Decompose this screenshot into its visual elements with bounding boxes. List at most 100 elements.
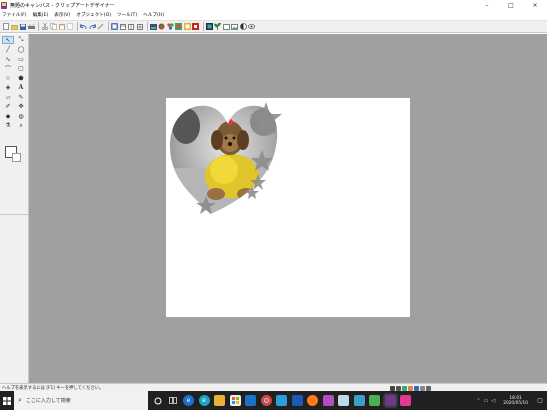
tool-grid: ↖ ⤡ ╱ ◯ ∿ ▭ ⌒ ▢ ☆ ⬟ ◈ A ▱ ✎ ✐ ✥ ◆ ◍ ⚗ ⌕ <box>2 36 27 130</box>
tool-panel: ↖ ⤡ ╱ ◯ ∿ ▭ ⌒ ▢ ☆ ⬟ ◈ A ▱ ✎ ✐ ✥ ◆ ◍ ⚗ ⌕ <box>0 34 29 383</box>
title-bar: 無題のキャンバス - クリップアートデザイナー – □ × <box>0 0 547 10</box>
mail-icon[interactable] <box>245 395 256 406</box>
tray-chevron-icon[interactable]: ⌃ <box>476 398 480 404</box>
status-image-icon <box>414 385 419 391</box>
menu-file[interactable]: ファイル(F) <box>2 12 27 18</box>
brush-icon[interactable] <box>97 23 104 30</box>
edge-chromium-icon[interactable]: e <box>198 395 210 406</box>
color-wheel-icon[interactable] <box>158 23 165 30</box>
curve-icon[interactable]: ⌒ <box>2 65 14 73</box>
copy-icon[interactable] <box>49 23 57 30</box>
app-icon-6[interactable] <box>369 395 380 406</box>
status-bar: ヘルプを表示するには [F1] キーを押してください。 <box>0 383 547 391</box>
windows-logo-icon <box>3 396 11 405</box>
panel-divider <box>0 214 28 215</box>
picture-icon[interactable] <box>231 23 238 30</box>
effects-icon[interactable] <box>166 23 174 30</box>
redo-icon[interactable] <box>89 23 96 30</box>
notification-icon[interactable]: ▢ <box>533 391 547 410</box>
rounded-rect-icon[interactable]: ▢ <box>15 65 27 73</box>
app-icon-7[interactable] <box>400 395 411 406</box>
text-icon[interactable]: A <box>15 84 27 92</box>
menu-bar: ファイル(F) 編集(E) 表示(V) オブジェクト(O) ツール(T) ヘルプ… <box>0 10 547 20</box>
background-color-swatch[interactable] <box>12 153 21 162</box>
menu-edit[interactable]: 編集(E) <box>33 12 49 18</box>
open-folder-icon[interactable] <box>10 23 18 30</box>
status-palette-icon <box>408 385 413 391</box>
menu-help[interactable]: ヘルプ(H) <box>143 12 164 18</box>
print-icon[interactable] <box>27 23 35 30</box>
eye-icon[interactable] <box>248 23 255 30</box>
store-icon[interactable] <box>229 395 241 406</box>
zoom-icon[interactable]: ⌕ <box>15 122 27 130</box>
plant-icon[interactable] <box>214 23 221 30</box>
toolbar-separator <box>146 22 148 31</box>
status-text-icon <box>396 385 401 391</box>
toolbar <box>0 20 547 33</box>
search-box[interactable]: ⌕ ここに入力して検索 <box>14 391 148 410</box>
pencil-icon[interactable]: ✎ <box>15 93 27 101</box>
clipart-icon[interactable] <box>183 23 191 30</box>
app-icon-1[interactable] <box>276 395 287 406</box>
network-icon[interactable]: ▭ <box>484 398 489 404</box>
paste-icon[interactable] <box>58 23 65 30</box>
polygon-icon[interactable]: ⬟ <box>15 74 27 82</box>
app-icon-3[interactable] <box>322 395 334 406</box>
status-color-icon <box>402 385 407 391</box>
eyedropper-icon[interactable]: ⚗ <box>2 122 14 130</box>
select-arrow-icon[interactable]: ↖ <box>2 36 14 44</box>
toolbar-separator <box>107 22 109 31</box>
undo-icon[interactable] <box>80 23 87 30</box>
move-icon[interactable]: ✥ <box>15 103 27 111</box>
file-explorer-icon[interactable] <box>214 395 225 406</box>
edge-icon[interactable]: e <box>183 395 194 406</box>
app-logo-icon <box>1 1 7 9</box>
app-icon-5[interactable] <box>353 395 365 406</box>
bucket-icon[interactable]: ◈ <box>2 84 14 92</box>
close-button[interactable]: × <box>523 0 547 10</box>
view-2-icon[interactable] <box>119 23 126 30</box>
layer-icon[interactable] <box>205 23 213 30</box>
status-keyboard-icon <box>426 385 431 391</box>
ellipse-icon[interactable]: ◯ <box>15 46 27 54</box>
view-1-icon[interactable] <box>110 23 118 30</box>
blur-icon[interactable]: ◍ <box>15 112 27 120</box>
task-view-icon[interactable] <box>168 395 179 406</box>
fill-icon[interactable]: ◆ <box>2 112 14 120</box>
new-file-icon[interactable] <box>2 23 9 30</box>
view-3-icon[interactable] <box>128 23 135 30</box>
insert-image-icon[interactable] <box>149 23 157 30</box>
view-4-icon[interactable] <box>136 23 143 30</box>
volume-icon[interactable]: ◁ <box>491 398 495 404</box>
app-icon-2[interactable] <box>291 395 303 406</box>
line-icon[interactable]: ╱ <box>2 46 14 54</box>
delete-icon[interactable] <box>67 23 74 30</box>
app-icon-4[interactable] <box>338 395 349 406</box>
cortana-icon[interactable] <box>152 395 163 406</box>
star-icon[interactable]: ☆ <box>2 74 14 82</box>
transform-icon[interactable]: ⤡ <box>15 36 27 44</box>
minimize-button[interactable]: – <box>475 0 499 10</box>
window-title: 無題のキャンバス - クリップアートデザイナー <box>10 2 115 9</box>
frame-icon[interactable] <box>222 23 230 30</box>
brush-tool-icon[interactable]: ✐ <box>2 103 14 111</box>
menu-object[interactable]: オブジェクト(O) <box>76 12 111 18</box>
clipart-heart-image[interactable] <box>166 98 410 317</box>
save-icon[interactable] <box>19 23 26 30</box>
texture-icon[interactable] <box>175 23 182 30</box>
maximize-button[interactable]: □ <box>499 0 523 10</box>
cut-icon[interactable] <box>41 23 48 30</box>
flag-icon[interactable] <box>192 23 199 30</box>
freehand-icon[interactable]: ∿ <box>2 55 14 63</box>
chrome-icon[interactable] <box>260 395 272 406</box>
start-button[interactable] <box>0 391 14 410</box>
menu-tools[interactable]: ツール(T) <box>117 12 137 18</box>
clipart-designer-icon[interactable] <box>384 395 396 406</box>
menu-view[interactable]: 表示(V) <box>54 12 70 18</box>
eraser-icon[interactable]: ▱ <box>2 93 14 101</box>
rectangle-icon[interactable]: ▭ <box>15 55 27 63</box>
contrast-icon[interactable] <box>239 23 247 30</box>
firefox-icon[interactable] <box>307 395 318 406</box>
canvas[interactable] <box>166 98 410 317</box>
clock[interactable]: 18:01 2020/05/10 <box>503 396 528 406</box>
